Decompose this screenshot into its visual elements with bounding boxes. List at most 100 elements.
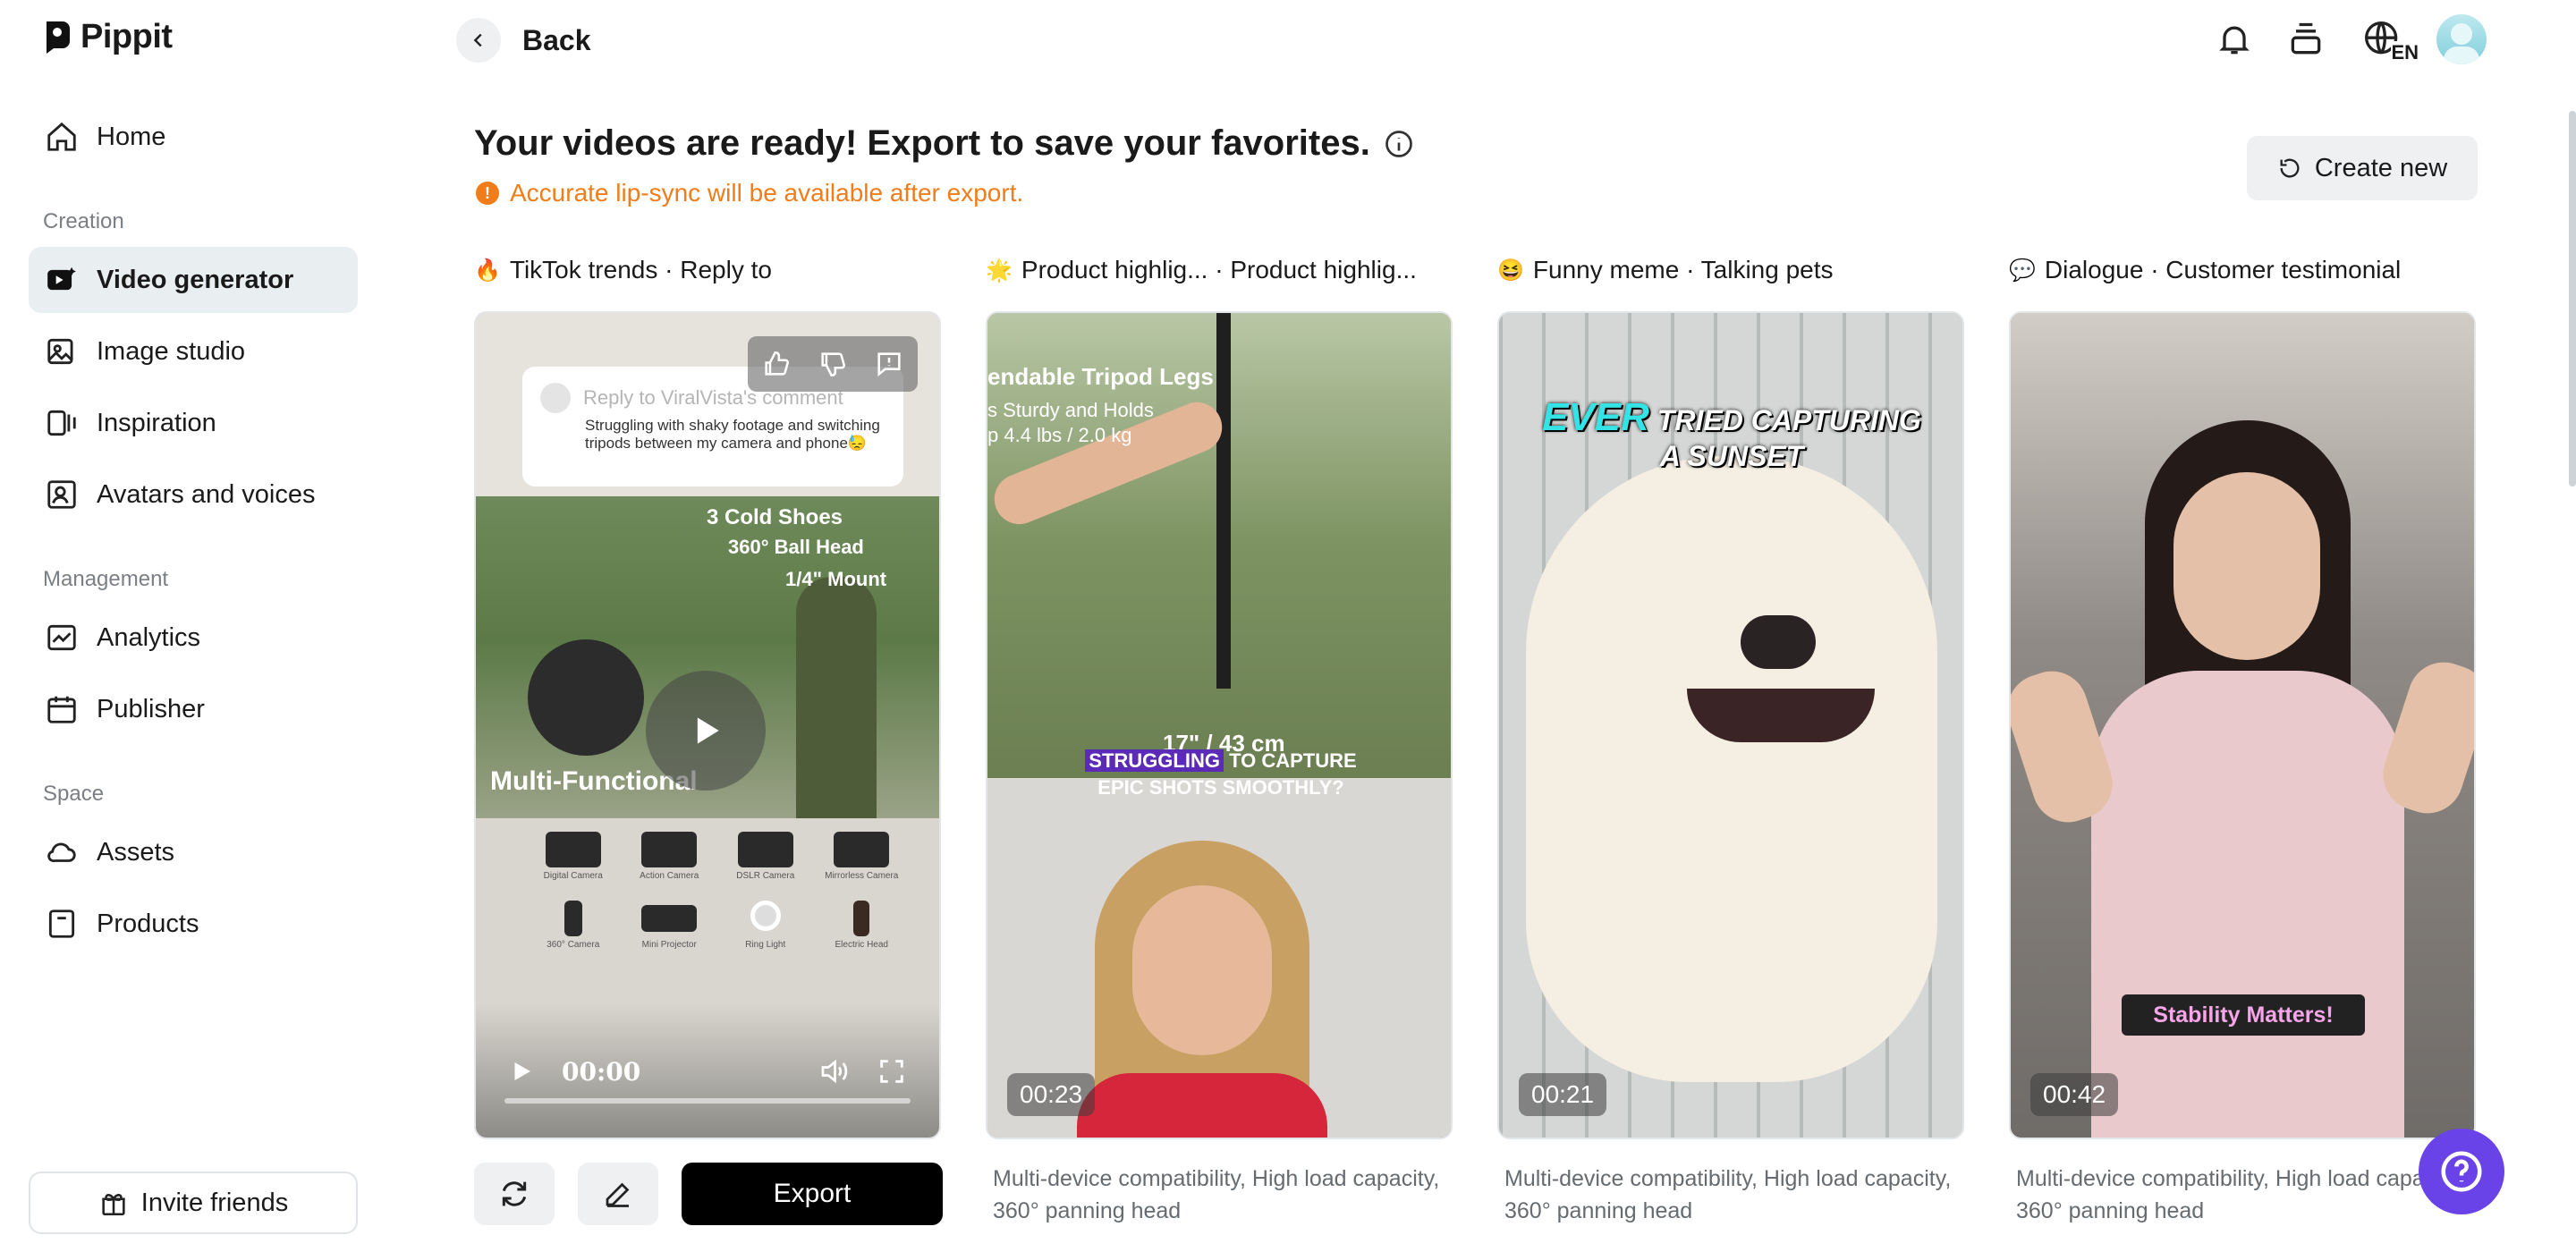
speaker-face	[1132, 885, 1272, 1055]
caption: STRUGGLING TO CAPTURE EPIC SHOTS SMOOTHL…	[1063, 748, 1379, 801]
video-duration: 00:23	[1007, 1073, 1096, 1116]
woman-dress	[2091, 671, 2404, 1138]
star-emoji: 🌟	[986, 258, 1013, 283]
device-grid: Digital Camera Action Camera DSLR Camera…	[530, 832, 905, 950]
sidebar-item-analytics[interactable]: Analytics	[29, 605, 358, 671]
pippit-logo-icon	[47, 21, 70, 54]
comment-avatar	[540, 383, 571, 413]
tripod-pole	[1216, 313, 1231, 689]
sidebar-item-label: Assets	[97, 837, 175, 867]
edit-button[interactable]	[578, 1163, 658, 1225]
video-description: Multi-device compatibility, High load ca…	[1504, 1166, 1952, 1223]
question-icon	[2441, 1151, 2482, 1192]
device-item: Digital Camera	[530, 832, 617, 881]
device-item: 360° Camera	[530, 901, 617, 950]
play-small-icon[interactable]	[508, 1058, 535, 1085]
player-controls: 00:00	[476, 1003, 939, 1138]
refresh-icon	[2280, 158, 2300, 178]
sidebar-item-label: Image studio	[97, 336, 246, 366]
overlay-line: 3 Cold Shoes	[707, 505, 843, 529]
device-item: DSLR Camera	[722, 832, 809, 881]
column-title-tiktok: 🔥 TikTok trends · Reply to	[474, 256, 772, 284]
sidebar-item-label: Inspiration	[97, 408, 216, 437]
page-scrollbar[interactable]	[2569, 111, 2576, 486]
export-button[interactable]: Export	[682, 1163, 943, 1225]
language-label: EN	[2391, 41, 2419, 64]
column-title-text: Funny meme · Talking pets	[1532, 256, 1834, 283]
fullscreen-icon[interactable]	[877, 1056, 907, 1087]
volume-icon[interactable]	[818, 1055, 850, 1087]
stability-caption: Stability Matters!	[2122, 994, 2365, 1036]
video-card-product[interactable]: endable Tripod Legs s Sturdy and Holds p…	[986, 311, 1453, 1139]
dog-mouth	[1687, 689, 1875, 742]
help-button[interactable]	[2419, 1129, 2504, 1214]
laugh-emoji: 😆	[1497, 258, 1524, 283]
notification-bell-icon[interactable]	[2211, 16, 2258, 63]
home-icon	[47, 122, 76, 151]
person-figure	[796, 577, 877, 818]
invite-friends-button[interactable]: Invite friends	[29, 1172, 358, 1234]
column-title-text: Product highlig... · Product highlig...	[1021, 256, 1417, 283]
dog-nose	[1741, 615, 1816, 669]
lip-sync-warning: ! Accurate lip-sync will be available af…	[476, 179, 1023, 207]
overlay-text: endable Tripod Legs	[987, 363, 1214, 390]
video-card-tiktok[interactable]: Reply to ViralVista's comment Struggling…	[474, 311, 941, 1139]
stack-icon[interactable]	[2283, 16, 2329, 63]
sidebar-item-image-studio[interactable]: Image studio	[29, 318, 358, 385]
speech-emoji: 💬	[2009, 258, 2036, 283]
thumbs-down-icon[interactable]	[818, 349, 848, 379]
video-generator-icon	[47, 266, 76, 291]
sidebar-item-products[interactable]: Products	[29, 891, 358, 957]
regenerate-button[interactable]	[474, 1163, 555, 1225]
sidebar-item-avatars-voices[interactable]: Avatars and voices	[29, 461, 358, 528]
brand-logo[interactable]: Pippit	[43, 18, 173, 56]
user-avatar[interactable]	[2436, 14, 2487, 64]
language-globe-icon[interactable]: EN	[2354, 16, 2419, 64]
column-title-dialogue: 💬 Dialogue · Customer testimonial	[2009, 256, 2401, 284]
play-overlay-button[interactable]	[646, 671, 766, 791]
column-title-meme: 😆 Funny meme · Talking pets	[1497, 256, 1834, 284]
avatar-voice-icon	[47, 480, 76, 509]
sidebar-item-label: Avatars and voices	[97, 479, 316, 509]
sidebar-item-assets[interactable]: Assets	[29, 819, 358, 885]
player-progress-bar[interactable]	[504, 1098, 911, 1104]
create-new-label: Create new	[2314, 153, 2448, 182]
back-button[interactable]: Back	[456, 18, 591, 63]
feedback-bar	[748, 336, 918, 392]
info-icon[interactable]	[1383, 128, 1415, 160]
invite-friends-label: Invite friends	[140, 1188, 289, 1217]
device-item: Mini Projector	[626, 901, 714, 950]
brand-name: Pippit	[80, 18, 173, 55]
sidebar-item-video-generator[interactable]: Video generator	[29, 247, 358, 313]
column-title-product: 🌟 Product highlig... · Product highlig..…	[986, 256, 1417, 284]
overlay-text: s Sturdy and Holds	[987, 399, 1154, 421]
create-new-button[interactable]: Create new	[2247, 136, 2478, 200]
column-title-text: Dialogue · Customer testimonial	[2044, 256, 2402, 283]
sidebar-item-inspiration[interactable]: Inspiration	[29, 390, 358, 456]
thumbs-up-icon[interactable]	[761, 349, 792, 379]
device-item: Ring Light	[722, 901, 809, 950]
video-card-dialogue[interactable]: Stability Matters! 00:42	[2009, 311, 2476, 1139]
section-creation: Creation	[43, 209, 124, 233]
meme-caption-highlight: EVER	[1542, 395, 1649, 439]
overlay-line: 360° Ball Head	[728, 536, 864, 558]
warning-icon: !	[476, 182, 499, 205]
device-item: Action Camera	[626, 832, 714, 881]
warning-text: Accurate lip-sync will be available afte…	[510, 179, 1024, 207]
calendar-icon	[47, 696, 76, 723]
pencil-icon	[606, 1182, 630, 1207]
video-description: Multi-device compatibility, High load ca…	[993, 1166, 1440, 1223]
caption-highlight: STRUGGLING	[1085, 749, 1224, 772]
video-duration: 00:42	[2030, 1073, 2119, 1116]
report-icon[interactable]	[874, 349, 904, 379]
speaker-shirt	[1077, 1073, 1327, 1138]
sidebar-item-publisher[interactable]: Publisher	[29, 676, 358, 742]
gift-icon	[102, 1194, 125, 1216]
sidebar-item-home[interactable]: Home	[29, 104, 358, 170]
dog-body	[1526, 456, 1937, 1082]
column-title-text: TikTok trends · Reply to	[509, 256, 772, 283]
section-management: Management	[43, 567, 169, 591]
video-card-meme[interactable]: EVER TRIED CAPTURING A SUNSET 00:21	[1497, 311, 1964, 1139]
device-item: Mirrorless Camera	[818, 832, 906, 881]
image-studio-icon	[47, 338, 73, 365]
